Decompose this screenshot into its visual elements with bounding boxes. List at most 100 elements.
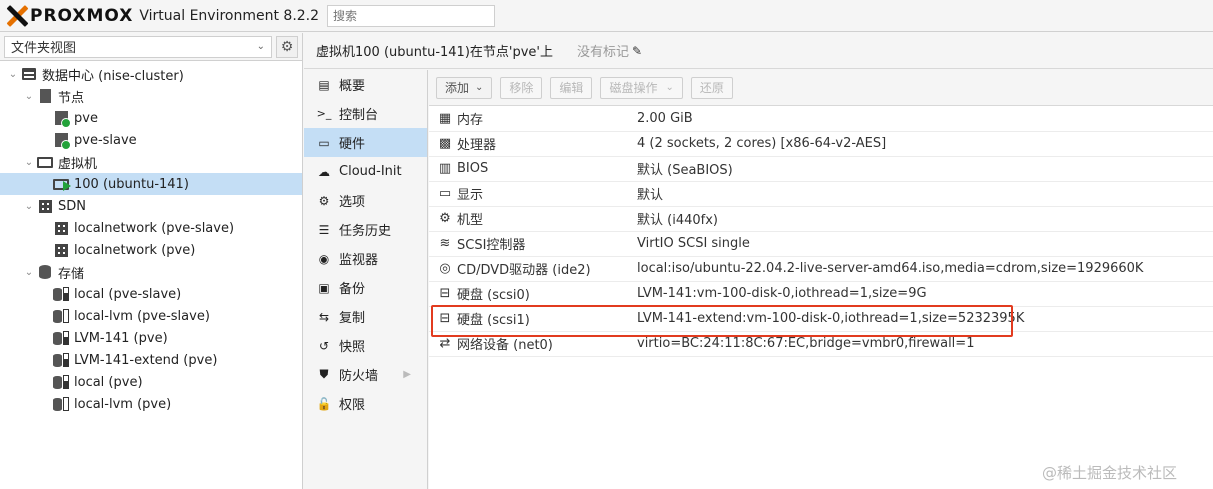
tree-item-label: SDN (58, 198, 86, 214)
nav-item[interactable]: >_ 控制台 (304, 99, 427, 128)
nav-item[interactable]: ⛊ 防火墙 ▶ (304, 360, 427, 389)
tree-item[interactable]: ⌄ 存储 (0, 261, 302, 283)
tree-item-label: LVM-141-extend (pve) (74, 352, 218, 368)
nav-item-label: 选项 (339, 195, 366, 210)
tree-item[interactable]: LVM-141-extend (pve) (0, 349, 302, 371)
nav-item[interactable]: ☁ Cloud-Init (304, 157, 427, 186)
tree-item-label: local (pve-slave) (74, 286, 182, 302)
network-grid-icon (52, 242, 70, 258)
tree-item[interactable]: local (pve) (0, 371, 302, 393)
search-input[interactable] (327, 4, 496, 27)
watermark: @稀土掘金技术社区 (1042, 464, 1178, 482)
nav-item[interactable]: 🔓 权限 (304, 389, 427, 418)
tree-settings-button[interactable]: ⚙ (276, 35, 298, 58)
table-row[interactable]: ▦ 内存 2.00 GiB (429, 106, 1213, 131)
hardware-toolbar: 添加 ⌄ 移除 编辑 磁盘操作 ⌄ 还原 (429, 70, 1213, 106)
proxmox-x-icon (6, 5, 28, 27)
expand-toggle-icon[interactable]: ⌄ (22, 201, 36, 212)
edit-button[interactable]: 编辑 (550, 76, 593, 99)
node-online-icon (52, 110, 71, 128)
expand-toggle-icon[interactable]: ⌄ (22, 267, 36, 278)
disk-action-button[interactable]: 磁盘操作 ⌄ (600, 76, 683, 99)
tree-item[interactable]: localnetwork (pve) (0, 239, 302, 261)
table-row[interactable]: ◎ CD/DVD驱动器 (ide2) local:iso/ubuntu-22.04.… (429, 256, 1213, 281)
nav-item[interactable]: ⇆ 复制 (304, 302, 427, 331)
nav-item-label: 监视器 (339, 253, 379, 268)
nav-item[interactable]: ▭ 硬件 (304, 128, 427, 157)
database-icon (36, 264, 54, 280)
add-button[interactable]: 添加 ⌄ (436, 76, 493, 99)
nav-item-label: 权限 (339, 398, 366, 413)
resource-tree-panel: 文件夹视图 ⌄ ⚙ ⌄ 数据中心 (nise-cluster) ⌄ 节点 pve pve-… (0, 33, 303, 489)
tree-item[interactable]: localnetwork (pve-slave) (0, 217, 302, 239)
remove-button[interactable]: 移除 (500, 76, 543, 99)
view-select[interactable]: 文件夹视图 ⌄ (4, 35, 272, 58)
nav-item[interactable]: ▤ 概要 (304, 70, 427, 99)
expand-toggle-icon[interactable]: ⌄ (22, 91, 36, 102)
nav-item[interactable]: ⚙ 选项 (304, 186, 427, 215)
nav-item[interactable]: ◉ 监视器 (304, 244, 427, 273)
hardware-value: LVM-141-extend:vm-100-disk-0,iothread=1,… (637, 311, 1025, 326)
table-row[interactable]: ⇄ 网络设备 (net0) virtio=BC:24:11:8C:67:EC,bri… (429, 331, 1213, 356)
nav-item[interactable]: ▣ 备份 (304, 273, 427, 302)
tree-item-label: pve-slave (74, 132, 137, 148)
expand-toggle-icon[interactable]: ⌄ (22, 157, 36, 168)
nav-item[interactable]: ☰ 任务历史 (304, 215, 427, 244)
cdrom-icon: ◎ (439, 261, 451, 276)
exchange-icon: ⇄ (439, 336, 451, 351)
cloud-icon: ☁ (318, 164, 330, 179)
hardware-value: 默认 (SeaBIOS) (637, 163, 733, 178)
proxmox-logo[interactable]: PROXMOX (6, 5, 133, 27)
storage-icon (52, 286, 70, 302)
tree-item[interactable]: ⌄ SDN (0, 195, 302, 217)
storage-icon (52, 374, 70, 390)
table-row[interactable]: ▭ 显示 默认 (429, 181, 1213, 206)
nav-item-label: Cloud-Init (339, 164, 402, 179)
pencil-icon[interactable]: ✎ (632, 44, 642, 58)
tree-item[interactable]: ⌄ 数据中心 (nise-cluster) (0, 63, 302, 85)
building-icon (36, 88, 54, 104)
tree-item[interactable]: LVM-141 (pve) (0, 327, 302, 349)
nav-item[interactable]: ↺ 快照 (304, 331, 427, 360)
content-header: 虚拟机100 (ubuntu-141)在节点'pve'上 没有标记 ✎ (304, 33, 1213, 69)
retweet-icon: ⇆ (318, 309, 330, 324)
tree-item[interactable]: local-lvm (pve) (0, 393, 302, 415)
hardware-name: SCSI控制器 (457, 238, 526, 253)
expand-toggle-icon[interactable]: ⌄ (6, 69, 20, 80)
hardware-value: 4 (2 sockets, 2 cores) [x86-64-v2-AES] (637, 136, 887, 151)
revert-button[interactable]: 还原 (690, 76, 733, 99)
table-row[interactable]: ⊟ 硬盘 (scsi1) LVM-141-extend:vm-100-disk-0,… (429, 306, 1213, 331)
table-row[interactable]: ⊟ 硬盘 (scsi0) LVM-141:vm-100-disk-0,iothrea… (429, 281, 1213, 306)
storage-icon (52, 396, 70, 412)
chevron-right-icon: ▶ (403, 369, 411, 380)
tree-item-label: pve (74, 110, 98, 126)
tree-item[interactable]: local-lvm (pve-slave) (0, 305, 302, 327)
tree-item[interactable]: ⌄ 节点 (0, 85, 302, 107)
table-row[interactable]: ▩ 处理器 4 (2 sockets, 2 cores) [x86-64-v2-AE… (429, 131, 1213, 156)
table-row[interactable]: ▥ BIOS 默认 (SeaBIOS) (429, 156, 1213, 181)
shield-icon: ⛊ (319, 367, 329, 381)
terminal-icon: >_ (316, 107, 332, 120)
hardware-name: 处理器 (457, 138, 497, 153)
view-select-row: 文件夹视图 ⌄ ⚙ (0, 33, 302, 61)
table-row[interactable]: ⚙ 机型 默认 (i440fx) (429, 206, 1213, 231)
version-label: Virtual Environment 8.2.2 (139, 7, 320, 24)
tree-item[interactable]: pve (0, 107, 302, 129)
tags-label: 没有标记 (577, 45, 630, 60)
tree-item[interactable]: ⌄ 虚拟机 (0, 151, 302, 173)
eye-icon: ◉ (318, 251, 330, 266)
tree-item[interactable]: local (pve-slave) (0, 283, 302, 305)
hardware-table: ▦ 内存 2.00 GiB ▩ 处理器 4 (2 sockets, 2 cores) [x… (429, 106, 1213, 357)
storage-icon (52, 330, 70, 346)
tree-item[interactable]: 100 (ubuntu-141) (0, 173, 302, 195)
tree-item-label: 节点 (58, 90, 85, 106)
hardware-name: 硬盘 (scsi1) (457, 313, 530, 328)
hardware-value: virtio=BC:24:11:8C:67:EC,bridge=vmbr0,fi… (637, 336, 975, 351)
hardware-name: 网络设备 (net0) (457, 338, 553, 353)
desktop-icon: ▭ (438, 186, 452, 201)
view-select-value: 文件夹视图 (11, 41, 77, 56)
server-icon (20, 66, 38, 82)
tree-item-label: 100 (ubuntu-141) (74, 176, 189, 192)
tree-item[interactable]: pve-slave (0, 129, 302, 151)
table-row[interactable]: ≋ SCSI控制器 VirtIO SCSI single (429, 231, 1213, 256)
